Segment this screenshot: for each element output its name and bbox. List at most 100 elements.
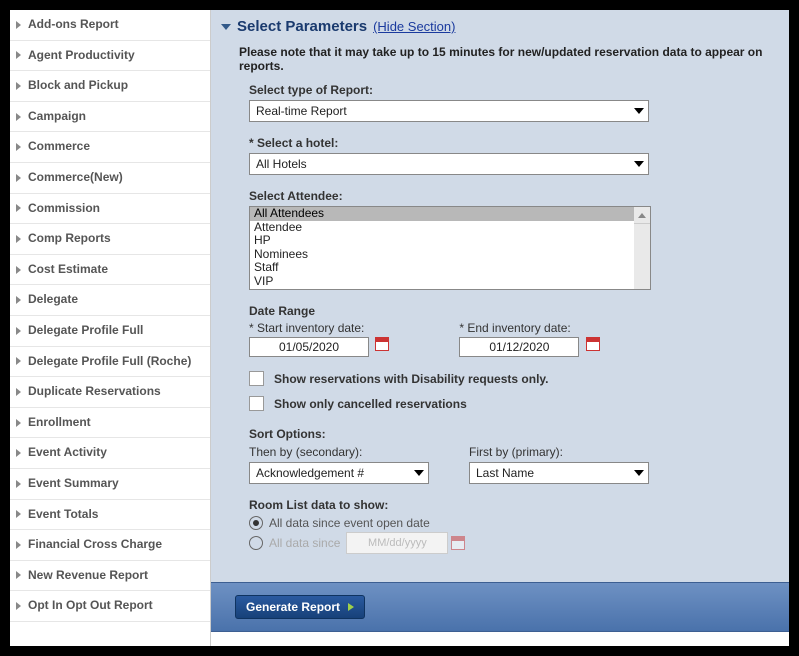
select-value: Last Name: [476, 466, 534, 480]
listbox-option[interactable]: All Attendees: [250, 207, 650, 221]
listbox-option[interactable]: Nominees: [250, 248, 650, 262]
caret-right-icon: [16, 51, 21, 59]
calendar-icon[interactable]: [586, 337, 600, 351]
label-date-range: Date Range: [249, 304, 789, 318]
caret-right-icon: [16, 541, 21, 549]
checkbox-disability[interactable]: [249, 371, 264, 386]
button-label: Generate Report: [246, 600, 340, 614]
sidebar-item-financial-cross-charge[interactable]: Financial Cross Charge: [10, 530, 210, 561]
sidebar-item-label: Event Activity: [28, 445, 107, 461]
sidebar: Add-ons Report Agent Productivity Block …: [10, 10, 211, 646]
radio-all-since-open[interactable]: [249, 516, 263, 530]
sidebar-item-enrollment[interactable]: Enrollment: [10, 408, 210, 439]
sidebar-item-label: Event Summary: [28, 476, 119, 492]
chevron-down-icon: [634, 108, 644, 114]
calendar-icon[interactable]: [451, 536, 465, 550]
sidebar-item-label: Add-ons Report: [28, 17, 119, 33]
listbox-option[interactable]: Staff: [250, 261, 650, 275]
checkbox-row-disability: Show reservations with Disability reques…: [249, 371, 789, 386]
caret-right-icon: [16, 21, 21, 29]
sidebar-item-commerce-new[interactable]: Commerce(New): [10, 163, 210, 194]
sidebar-item-delegate-profile-full-roche[interactable]: Delegate Profile Full (Roche): [10, 347, 210, 378]
label-sort-primary: First by (primary):: [469, 445, 649, 459]
sidebar-item-delegate[interactable]: Delegate: [10, 285, 210, 316]
caret-right-icon: [16, 82, 21, 90]
sidebar-item-label: Enrollment: [28, 415, 91, 431]
label-end-date: * End inventory date:: [459, 321, 599, 335]
label-start-date: * Start inventory date:: [249, 321, 389, 335]
caret-right-icon: [16, 571, 21, 579]
input-since-date[interactable]: MM/dd/yyyy: [346, 532, 448, 554]
sidebar-item-new-revenue-report[interactable]: New Revenue Report: [10, 561, 210, 592]
field-room-list-data: Room List data to show: All data since e…: [249, 498, 789, 554]
caret-right-icon: [16, 327, 21, 335]
checkbox-row-cancelled: Show only cancelled reservations: [249, 396, 789, 411]
calendar-icon[interactable]: [375, 337, 389, 351]
checkbox-label: Show only cancelled reservations: [274, 397, 467, 411]
label-attendee: Select Attendee:: [249, 189, 789, 203]
caret-right-icon: [16, 449, 21, 457]
checkbox-label: Show reservations with Disability reques…: [274, 372, 549, 386]
collapse-toggle-icon[interactable]: [221, 24, 231, 30]
sidebar-item-label: Event Totals: [28, 507, 98, 523]
sidebar-item-label: Delegate Profile Full (Roche): [28, 354, 191, 370]
sidebar-item-label: Agent Productivity: [28, 48, 135, 64]
listbox-option[interactable]: Attendee: [250, 221, 650, 235]
arrow-right-icon: [348, 603, 354, 611]
input-end-date[interactable]: 01/12/2020: [459, 337, 579, 357]
field-hotel: * Select a hotel: All Hotels: [249, 136, 789, 175]
radio-all-since-date[interactable]: [249, 536, 263, 550]
sidebar-item-cost-estimate[interactable]: Cost Estimate: [10, 255, 210, 286]
sidebar-item-comp-reports[interactable]: Comp Reports: [10, 224, 210, 255]
sidebar-item-label: Commerce: [28, 139, 90, 155]
listbox-option[interactable]: VIP: [250, 275, 650, 289]
sidebar-item-event-activity[interactable]: Event Activity: [10, 438, 210, 469]
sidebar-item-event-summary[interactable]: Event Summary: [10, 469, 210, 500]
scrollbar[interactable]: [634, 207, 650, 289]
select-sort-primary[interactable]: Last Name: [469, 462, 649, 484]
label-sort-secondary: Then by (secondary):: [249, 445, 429, 459]
sidebar-item-commerce[interactable]: Commerce: [10, 132, 210, 163]
sidebar-item-block-pickup[interactable]: Block and Pickup: [10, 71, 210, 102]
caret-right-icon: [16, 204, 21, 212]
chevron-down-icon: [634, 161, 644, 167]
sidebar-item-label: Commission: [28, 201, 100, 217]
sidebar-item-opt-in-opt-out[interactable]: Opt In Opt Out Report: [10, 591, 210, 622]
caret-right-icon: [16, 174, 21, 182]
sidebar-item-event-totals[interactable]: Event Totals: [10, 500, 210, 531]
sidebar-item-label: Cost Estimate: [28, 262, 108, 278]
radio-label: All data since event open date: [269, 516, 430, 530]
select-hotel[interactable]: All Hotels: [249, 153, 649, 175]
main-panel: Select Parameters (Hide Section) Please …: [211, 10, 789, 646]
listbox-option[interactable]: HP: [250, 234, 650, 248]
caret-right-icon: [16, 143, 21, 151]
listbox-attendee[interactable]: All Attendees Attendee HP Nominees Staff…: [249, 206, 651, 290]
caret-right-icon: [16, 113, 21, 121]
sidebar-item-campaign[interactable]: Campaign: [10, 102, 210, 133]
input-start-date[interactable]: 01/05/2020: [249, 337, 369, 357]
select-value: Real-time Report: [256, 104, 347, 118]
caret-right-icon: [16, 480, 21, 488]
sidebar-item-label: Duplicate Reservations: [28, 384, 161, 400]
generate-report-button[interactable]: Generate Report: [235, 595, 365, 619]
sidebar-item-label: New Revenue Report: [28, 568, 148, 584]
select-sort-secondary[interactable]: Acknowledgement #: [249, 462, 429, 484]
checkbox-cancelled[interactable]: [249, 396, 264, 411]
label-report-type: Select type of Report:: [249, 83, 789, 97]
select-report-type[interactable]: Real-time Report: [249, 100, 649, 122]
label-hotel: * Select a hotel:: [249, 136, 789, 150]
footer-gap: [211, 632, 789, 646]
sidebar-item-addons-report[interactable]: Add-ons Report: [10, 10, 210, 41]
caret-right-icon: [16, 357, 21, 365]
field-sort-options: Sort Options: Then by (secondary): Ackno…: [249, 427, 789, 484]
sidebar-item-commission[interactable]: Commission: [10, 194, 210, 225]
sidebar-item-label: Opt In Opt Out Report: [28, 598, 153, 614]
hide-section-link[interactable]: (Hide Section): [373, 19, 455, 34]
sidebar-item-delegate-profile-full[interactable]: Delegate Profile Full: [10, 316, 210, 347]
label-room-list: Room List data to show:: [249, 498, 789, 512]
sidebar-item-label: Delegate Profile Full: [28, 323, 143, 339]
caret-right-icon: [16, 510, 21, 518]
scroll-up-icon[interactable]: [634, 207, 650, 224]
sidebar-item-agent-productivity[interactable]: Agent Productivity: [10, 41, 210, 72]
sidebar-item-duplicate-reservations[interactable]: Duplicate Reservations: [10, 377, 210, 408]
